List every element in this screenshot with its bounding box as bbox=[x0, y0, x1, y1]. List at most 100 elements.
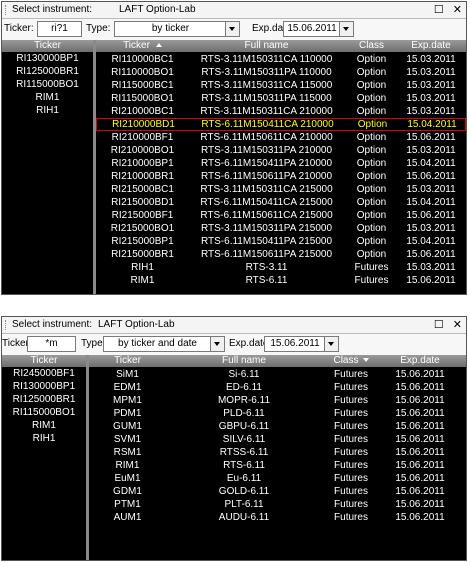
table-row[interactable]: RSM1 RTSS-6.11 Futures 15.06.2011 bbox=[89, 446, 466, 459]
recent-ticker-item[interactable]: RI115000BO1 bbox=[2, 406, 86, 419]
chevron-down-icon[interactable] bbox=[324, 337, 338, 351]
table-row[interactable]: RI215000BC1 RTS-3.11M150311CA 215000 Optio… bbox=[96, 183, 466, 196]
recent-tickers-list[interactable]: Ticker RI245000BF1 RI130000BP1 RI125000BR1… bbox=[2, 355, 86, 560]
table-row[interactable]: EuM1 Eu-6.11 Futures 15.06.2011 bbox=[89, 472, 466, 485]
recent-tickers-header[interactable]: Ticker bbox=[2, 355, 86, 367]
table-row[interactable]: RI215000BD1 RTS-6.11M150411CA 215000 Optio… bbox=[96, 196, 466, 209]
recent-ticker-item[interactable]: RIM1 bbox=[2, 91, 93, 104]
table-row[interactable]: SVM1 SILV-6.11 Futures 15.06.2011 bbox=[89, 433, 466, 446]
recent-ticker-item[interactable]: RIH1 bbox=[2, 104, 93, 117]
type-select[interactable]: by ticker bbox=[114, 21, 240, 37]
table-row[interactable]: RI210000BF1 RTS-6.11M150611CA 210000 Optio… bbox=[96, 131, 466, 144]
cell-class: Futures bbox=[334, 369, 368, 380]
close-icon[interactable]: ✕ bbox=[453, 317, 462, 333]
cell-exp-date: 15.06.2011 bbox=[395, 434, 445, 445]
exp-date-select[interactable]: 15.06.2011 bbox=[264, 336, 339, 352]
restore-icon[interactable]: ☐ bbox=[434, 2, 444, 18]
recent-ticker-item[interactable]: RI130000BP1 bbox=[2, 380, 86, 393]
table-row[interactable]: AUM1 AUDU-6.11 Futures 15.06.2011 bbox=[89, 511, 466, 524]
table-row[interactable]: RI210000BC1 RTS-3.11M150311CA 210000 Optio… bbox=[96, 105, 466, 118]
cell-class: Option bbox=[356, 197, 387, 208]
table-row[interactable]: RI215000BO1 RTS-3.11M150311PA 215000 Optio… bbox=[96, 222, 466, 235]
table-row[interactable]: RI110000BC1 RTS-3.11M150311CA 110000 Optio… bbox=[96, 53, 466, 66]
table-row[interactable]: RI215000BP1 RTS-6.11M150411PA 215000 Optio… bbox=[96, 235, 466, 248]
recent-ticker-item[interactable]: RI245000BF1 bbox=[2, 367, 86, 380]
cell-exp-date: 15.06.2011 bbox=[395, 369, 445, 380]
ticker-label: Ticker: bbox=[4, 23, 34, 34]
column-header-full-name[interactable]: Full name bbox=[166, 355, 322, 367]
table-row[interactable]: RI115000BC1 RTS-3.11M150311CA 115000 Optio… bbox=[96, 79, 466, 92]
cell-class: Option bbox=[356, 236, 387, 247]
recent-ticker-item[interactable]: RI130000BP1 bbox=[2, 52, 93, 65]
table-row[interactable]: RI215000BF1 RTS-6.11M150611CA 215000 Optio… bbox=[96, 209, 466, 222]
column-header-full-name[interactable]: Full name bbox=[189, 40, 344, 52]
recent-tickers-header[interactable]: Ticker bbox=[2, 40, 93, 52]
drag-grip[interactable] bbox=[5, 320, 8, 330]
cell-full-name: SILV-6.11 bbox=[222, 434, 266, 445]
cell-exp-date: 15.03.2011 bbox=[406, 67, 456, 78]
ticker-input[interactable]: ri?1 bbox=[37, 21, 82, 37]
chevron-down-icon[interactable] bbox=[225, 22, 239, 36]
exp-date-value: 15.06.2011 bbox=[270, 338, 320, 349]
cell-class: Option bbox=[356, 106, 387, 117]
cell-ticker: RI210000BF1 bbox=[111, 132, 174, 143]
cell-ticker: PDM1 bbox=[113, 408, 142, 419]
app-name: LAFT Option-Lab bbox=[119, 4, 196, 15]
table-row[interactable]: GDM1 GOLD-6.11 Futures 15.06.2011 bbox=[89, 485, 466, 498]
cell-class: Futures bbox=[334, 395, 368, 406]
table-row[interactable]: PDM1 PLD-6.11 Futures 15.06.2011 bbox=[89, 407, 466, 420]
ticker-input[interactable]: *m bbox=[27, 336, 76, 352]
chevron-down-icon[interactable] bbox=[339, 22, 353, 36]
table-row[interactable]: RI110000BO1 RTS-3.11M150311PA 110000 Optio… bbox=[96, 66, 466, 79]
recent-ticker-item[interactable]: RI125000BR1 bbox=[2, 393, 86, 406]
drag-grip[interactable] bbox=[5, 5, 8, 15]
table-row[interactable]: SiM1 Si-6.11 Futures 15.06.2011 bbox=[89, 368, 466, 381]
column-header-ticker[interactable]: Ticker bbox=[96, 40, 189, 52]
recent-ticker-item[interactable]: RI115000BO1 bbox=[2, 78, 93, 91]
cell-ticker: RIM1 bbox=[130, 275, 155, 286]
close-icon[interactable]: ✕ bbox=[453, 2, 462, 18]
table-row[interactable]: RI115000BO1 RTS-3.11M150311PA 115000 Optio… bbox=[96, 92, 466, 105]
column-header-exp-date[interactable]: Exp.date bbox=[396, 40, 466, 52]
table-row[interactable]: PTM1 PLT-6.11 Futures 15.06.2011 bbox=[89, 498, 466, 511]
cell-full-name: RTSS-6.11 bbox=[219, 447, 269, 458]
cell-class: Option bbox=[356, 249, 387, 260]
restore-icon[interactable]: ☐ bbox=[434, 317, 444, 333]
cell-ticker: RI110000BC1 bbox=[111, 54, 174, 65]
recent-ticker-item[interactable]: RI125000BR1 bbox=[2, 65, 93, 78]
type-label: Type: bbox=[81, 338, 106, 349]
type-select[interactable]: by ticker and date bbox=[103, 336, 225, 352]
column-header-exp-date[interactable]: Exp.date bbox=[380, 355, 460, 367]
recent-tickers-list[interactable]: Ticker RI130000BP1 RI125000BR1 RI115000BO1… bbox=[2, 40, 93, 294]
table-row[interactable]: RI215000BR1 RTS-6.11M150611PA 215000 Optio… bbox=[96, 248, 466, 261]
cell-exp-date: 15.06.2011 bbox=[395, 395, 445, 406]
cell-exp-date: 15.06.2011 bbox=[395, 421, 445, 432]
table-row[interactable]: RIH1 RTS-3.11 Futures 15.03.2011 bbox=[96, 261, 466, 274]
table-row[interactable]: MPM1 MOPR-6.11 Futures 15.06.2011 bbox=[89, 394, 466, 407]
table-row[interactable]: RI210000BO1 RTS-3.11M150311PA 210000 Optio… bbox=[96, 144, 466, 157]
cell-ticker: PTM1 bbox=[114, 499, 141, 510]
recent-ticker-item[interactable]: RIH1 bbox=[2, 432, 86, 445]
table-row[interactable]: RIM1 RTS-6.11 Futures 15.06.2011 bbox=[96, 274, 466, 287]
table-row[interactable]: RI210000BP1 RTS-6.11M150411PA 210000 Optio… bbox=[96, 157, 466, 170]
cell-class: Option bbox=[356, 93, 387, 104]
table-row[interactable]: RIM1 RTS-6.11 Futures 15.06.2011 bbox=[89, 459, 466, 472]
cell-full-name: RTS-3.11M150311PA 215000 bbox=[200, 223, 333, 234]
cell-ticker: GUM1 bbox=[113, 421, 142, 432]
table-row-selected[interactable]: RI210000BD1 RTS-6.11M150411CA 210000 Optio… bbox=[96, 118, 466, 131]
cell-full-name: PLT-6.11 bbox=[224, 499, 264, 510]
cell-full-name: RTS-6.11M150611CA 210000 bbox=[200, 132, 333, 143]
table-row[interactable]: GUM1 GBPU-6.11 Futures 15.06.2011 bbox=[89, 420, 466, 433]
cell-class: Futures bbox=[334, 447, 368, 458]
column-header-class[interactable]: Class bbox=[322, 355, 380, 367]
chevron-down-icon[interactable] bbox=[210, 337, 224, 351]
recent-ticker-item[interactable]: RIM1 bbox=[2, 419, 86, 432]
table-row[interactable]: EDM1 ED-6.11 Futures 15.06.2011 bbox=[89, 381, 466, 394]
exp-date-select[interactable]: 15.06.2011 bbox=[283, 21, 354, 37]
cell-class: Futures bbox=[334, 408, 368, 419]
column-header-ticker[interactable]: Ticker bbox=[89, 355, 166, 367]
column-header-class[interactable]: Class bbox=[349, 40, 394, 52]
table-header: Ticker Full name Class Exp.date bbox=[89, 355, 466, 367]
table-row[interactable]: RI210000BR1 RTS-6.11M150611PA 210000 Optio… bbox=[96, 170, 466, 183]
cell-full-name: RTS-3.11M150311PA 115000 bbox=[201, 93, 332, 104]
